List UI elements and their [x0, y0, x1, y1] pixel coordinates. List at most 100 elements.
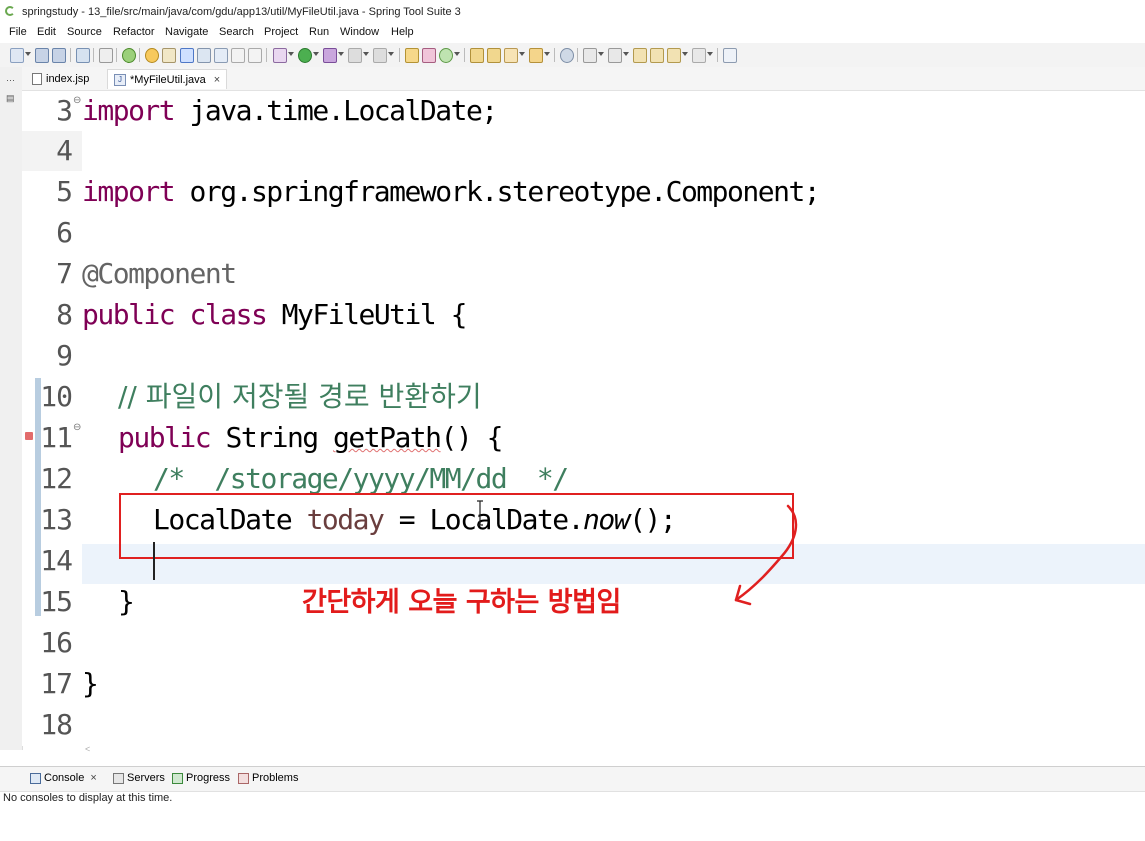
horizontal-scrollbar[interactable]: < — [82, 744, 1145, 756]
toolbar-separator — [70, 48, 71, 62]
search-dropdown-icon[interactable] — [519, 52, 525, 56]
debug-dropdown-icon[interactable] — [288, 52, 294, 56]
fold-icon[interactable]: ⊖ — [73, 422, 81, 433]
outline-view-icon[interactable]: ▤ — [6, 93, 16, 103]
save-icon[interactable] — [35, 48, 49, 63]
server-dropdown-icon[interactable] — [363, 52, 369, 56]
save-all-icon[interactable] — [52, 48, 66, 63]
next-annotation-icon[interactable] — [583, 48, 597, 63]
new-spring-icon[interactable] — [439, 48, 453, 63]
debug-icon[interactable] — [273, 48, 287, 63]
tab-index-jsp[interactable]: index.jsp — [26, 69, 95, 89]
boot-dashboard-icon[interactable] — [145, 48, 159, 63]
menu-file[interactable]: File — [9, 26, 27, 38]
close-icon[interactable]: × — [90, 772, 96, 784]
left-trim-bar: ⋯ ▤ — [0, 67, 23, 750]
menu-source[interactable]: Source — [67, 26, 102, 38]
new-java-class-icon[interactable] — [422, 48, 436, 63]
back-icon[interactable] — [650, 48, 664, 63]
close-icon[interactable]: × — [214, 74, 220, 86]
tab-servers[interactable]: Servers — [113, 772, 165, 784]
open-task-icon[interactable] — [197, 48, 211, 63]
pin-editor-icon[interactable] — [723, 48, 737, 63]
console-message: No consoles to display at this time. — [3, 792, 173, 804]
last-edit-location-icon[interactable] — [633, 48, 647, 63]
web-browser-icon[interactable] — [560, 48, 574, 63]
arrow-icon — [734, 504, 798, 606]
search-icon[interactable] — [504, 48, 518, 63]
next-annotation-dropdown-icon[interactable] — [598, 52, 604, 56]
show-whitespace-icon[interactable] — [231, 48, 245, 63]
keyword: public — [118, 421, 212, 454]
menu-search[interactable]: Search — [219, 26, 254, 38]
code-token: java.time.LocalDate; — [174, 94, 499, 127]
line-number: 9 — [56, 339, 73, 372]
keyword: import — [82, 94, 176, 127]
line-number: 10 — [40, 380, 73, 413]
tab-console[interactable]: Console × — [30, 772, 97, 784]
line-number: 6 — [56, 216, 73, 249]
menu-project[interactable]: Project — [264, 26, 298, 38]
scroll-left-icon[interactable]: < — [85, 744, 90, 754]
open-type-icon[interactable] — [470, 48, 484, 63]
outline-icon[interactable] — [214, 48, 228, 63]
forward-dropdown-icon[interactable] — [707, 52, 713, 56]
window-title: springstudy - 13_file/src/main/java/com/… — [22, 6, 461, 18]
run-dropdown-icon[interactable] — [313, 52, 319, 56]
menu-navigate[interactable]: Navigate — [165, 26, 208, 38]
tab-label: *MyFileUtil.java — [130, 73, 206, 86]
new-java-package-icon[interactable] — [405, 48, 419, 63]
task-icon[interactable] — [162, 48, 176, 63]
open-resource-icon[interactable] — [487, 48, 501, 63]
menu-edit[interactable]: Edit — [37, 26, 56, 38]
run-icon[interactable] — [298, 48, 312, 63]
previous-annotation-icon[interactable] — [608, 48, 622, 63]
tab-progress[interactable]: Progress — [172, 772, 230, 784]
toolbar-separator — [464, 48, 465, 62]
block-selection-icon[interactable] — [248, 48, 262, 63]
external-tools-icon[interactable] — [323, 48, 337, 63]
print-icon[interactable] — [76, 48, 90, 63]
restore-icon[interactable]: ⋯ — [6, 75, 16, 85]
code-line: 16 — [22, 623, 1145, 663]
previous-annotation-dropdown-icon[interactable] — [623, 52, 629, 56]
new-spring-dropdown-icon[interactable] — [454, 52, 460, 56]
bottom-panel: Console × Servers Progress Problems No c… — [0, 766, 1145, 841]
open-perspective-icon[interactable] — [529, 48, 543, 63]
menu-help[interactable]: Help — [391, 26, 414, 38]
pin-icon[interactable] — [180, 48, 194, 63]
code-token: String — [210, 421, 334, 454]
line-number: 15 — [40, 585, 73, 618]
server-icon[interactable] — [348, 48, 362, 63]
deploy-icon[interactable] — [373, 48, 387, 63]
line-number: 12 — [40, 462, 73, 495]
new-dropdown-icon[interactable] — [25, 52, 31, 56]
tab-myfileutil-java[interactable]: J *MyFileUtil.java × — [107, 69, 228, 89]
toggle-icon[interactable] — [99, 48, 113, 63]
back-history-icon[interactable] — [667, 48, 681, 63]
keyword: class — [189, 298, 268, 331]
forward-icon[interactable] — [692, 48, 706, 63]
code-line: 17 } — [22, 664, 1145, 704]
code-editor[interactable]: 3 ⊖ import java.time.LocalDate; 4 5 impo… — [22, 91, 1145, 746]
progress-icon — [172, 772, 183, 784]
ibeam-cursor-icon — [477, 500, 483, 526]
external-tools-dropdown-icon[interactable] — [338, 52, 344, 56]
new-icon[interactable] — [10, 48, 24, 63]
toolbar-separator — [93, 48, 94, 62]
menu-refactor[interactable]: Refactor — [113, 26, 155, 38]
comment-token: // 파일이 저장될 경로 반환하기 — [118, 380, 482, 413]
code-line: 9 — [22, 336, 1145, 376]
back-dropdown-icon[interactable] — [682, 52, 688, 56]
text-cursor — [153, 542, 155, 580]
code-token: } — [118, 585, 135, 618]
menu-window[interactable]: Window — [340, 26, 379, 38]
deploy-dropdown-icon[interactable] — [388, 52, 394, 56]
perspective-dropdown-icon[interactable] — [544, 52, 550, 56]
spring-icon[interactable] — [122, 48, 136, 63]
main-toolbar — [0, 43, 1145, 67]
menu-run[interactable]: Run — [309, 26, 329, 38]
tab-problems[interactable]: Problems — [238, 772, 298, 784]
fold-icon[interactable]: ⊖ — [73, 95, 81, 106]
tab-label: Console — [44, 772, 85, 784]
